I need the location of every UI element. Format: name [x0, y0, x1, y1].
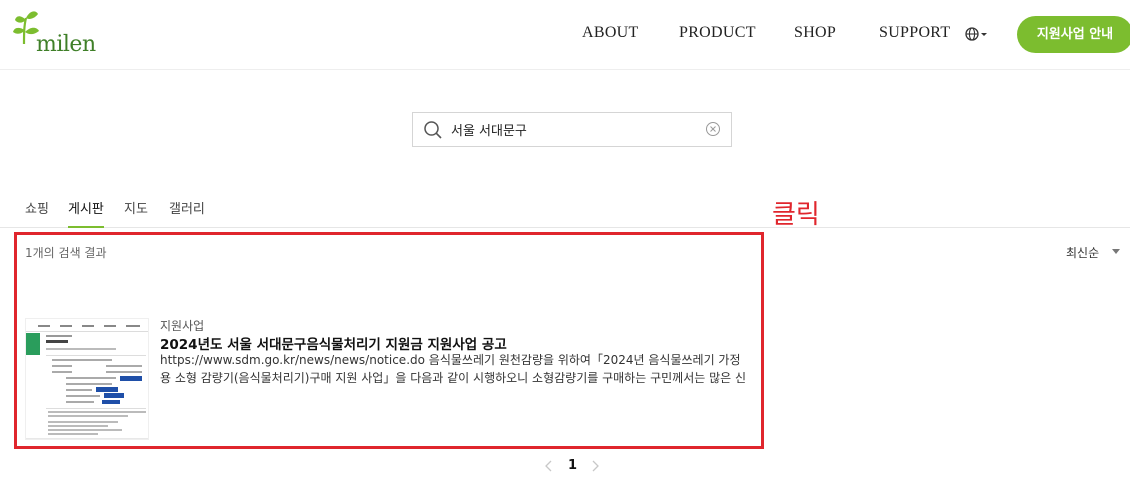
chevron-right-icon[interactable] — [590, 460, 600, 472]
search-tabs: 쇼핑 게시판 지도 갤러리 — [0, 196, 1130, 228]
support-program-button[interactable]: 지원사업 안내 — [1017, 16, 1130, 53]
click-annotation-label: 클릭 — [772, 200, 820, 230]
chevron-left-icon[interactable] — [544, 460, 554, 472]
search-input[interactable] — [451, 113, 701, 146]
tab-board[interactable]: 게시판 — [68, 198, 104, 228]
page-number-current[interactable]: 1 — [568, 458, 577, 473]
click-highlight-box — [14, 232, 764, 449]
search-icon[interactable] — [423, 120, 443, 140]
globe-icon — [965, 27, 987, 41]
tab-shopping[interactable]: 쇼핑 — [25, 198, 49, 228]
search-box — [412, 112, 732, 147]
site-header: milen ABOUT PRODUCT SHOP SUPPORT 지원사업 안내 — [0, 0, 1130, 70]
nav-support[interactable]: SUPPORT — [879, 24, 950, 42]
logo-wordmark: milen — [36, 32, 96, 57]
sort-dropdown[interactable]: 최신순 — [1066, 244, 1099, 261]
tab-gallery[interactable]: 갤러리 — [169, 198, 205, 228]
language-selector[interactable] — [964, 26, 990, 44]
nav-about[interactable]: ABOUT — [582, 24, 639, 42]
caret-down-icon — [981, 33, 987, 36]
milen-logo[interactable]: milen — [12, 10, 96, 60]
nav-product[interactable]: PRODUCT — [679, 24, 756, 42]
clear-icon[interactable] — [705, 121, 721, 137]
tab-map[interactable]: 지도 — [124, 198, 148, 228]
nav-shop[interactable]: SHOP — [794, 24, 836, 42]
sort-caret-icon[interactable] — [1112, 249, 1120, 254]
